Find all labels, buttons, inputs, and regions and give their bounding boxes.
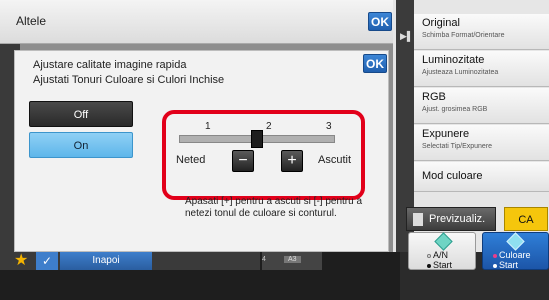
menu-item-sublabel: Selectati Tip/Expunere (422, 143, 493, 150)
dialog-ok-button[interactable]: OK (363, 54, 387, 73)
expand-arrow-icon[interactable]: ▶▌ (400, 31, 413, 42)
menu-item-label: Expunere (422, 128, 470, 140)
check-icon[interactable]: ✓ (36, 252, 58, 270)
preview-button[interactable]: Previzualiz. (406, 207, 496, 231)
menu-item-label: RGB (422, 91, 446, 103)
start-color-button[interactable]: Culoare Start (482, 232, 549, 270)
paper-size: A3 (284, 256, 301, 263)
back-button[interactable]: Inapoi (60, 252, 152, 270)
menu-item-sublabel: Ajust. grosimea RGB (422, 106, 488, 113)
menu-item-rgb[interactable]: RGB Ajust. grosimea RGB (414, 88, 549, 124)
start-diamond-icon (434, 232, 453, 251)
radio-dot-icon (427, 263, 431, 268)
start-bw-label: A/N Start (427, 250, 452, 270)
slider-thumb[interactable] (251, 130, 263, 148)
quick-quality-dialog: Ajustare calitate imagine rapida Ajustat… (14, 50, 389, 252)
top-bar: Altele OK (0, 0, 393, 44)
menu-item-label: Luminozitate (422, 54, 485, 66)
hint-text: Apasati [+] pentru a ascuti si [-] pentr… (185, 196, 363, 219)
preview-label: Previzualiz. (429, 213, 486, 225)
option-off-button[interactable]: Off (29, 101, 133, 127)
star-icon[interactable]: ★ (14, 250, 28, 270)
menu-item-original[interactable]: Original Schimba Format/Orientare (414, 14, 549, 50)
sharp-label: Ascutit (318, 154, 352, 166)
menu-item-sublabel: Ajusteaza Luminozitatea (422, 69, 499, 76)
color-dot-icon (493, 263, 497, 268)
plus-button[interactable]: + (281, 150, 303, 172)
menu-item-label: Original (422, 17, 460, 29)
menu-item-label: Mod culoare (422, 170, 483, 182)
start-bw-line1: A/N (433, 250, 449, 260)
start-bw-line2: Start (433, 260, 453, 270)
smooth-label: Neted (176, 154, 206, 166)
start-bw-button[interactable]: A/N Start (408, 232, 476, 270)
slider-tick-1: 1 (205, 121, 211, 132)
option-on-button[interactable]: On (29, 132, 133, 158)
start-diamond-icon (506, 232, 525, 251)
start-color-line2: Start (499, 260, 519, 270)
top-ok-button[interactable]: OK (368, 12, 392, 31)
start-color-line1: Culoare (499, 250, 531, 260)
minus-button[interactable]: − (232, 150, 254, 172)
paper-number: 4 (262, 256, 266, 263)
menu-item-luminozitate[interactable]: Luminozitate Ajusteaza Luminozitatea (414, 51, 549, 87)
start-color-label: Culoare Start (493, 250, 531, 270)
preview-icon (413, 213, 423, 226)
ca-button[interactable]: CA (504, 207, 548, 231)
color-dot-icon (493, 253, 497, 258)
screen-title: Altele (16, 14, 47, 28)
paper-indicator: 4 A3 (262, 252, 322, 270)
slider-tick-2: 2 (266, 121, 272, 132)
menu-item-sublabel: Schimba Format/Orientare (422, 32, 505, 39)
menu-item-mod-culoare[interactable]: Mod culoare (414, 162, 549, 192)
radio-dot-icon (427, 253, 431, 258)
menu-item-expunere[interactable]: Expunere Selectati Tip/Expunere (414, 125, 549, 161)
slider-tick-3: 3 (326, 121, 332, 132)
dialog-subtitle: Ajustati Tonuri Culoare si Culori Inchis… (33, 74, 225, 86)
dialog-title: Ajustare calitate imagine rapida (33, 59, 187, 71)
